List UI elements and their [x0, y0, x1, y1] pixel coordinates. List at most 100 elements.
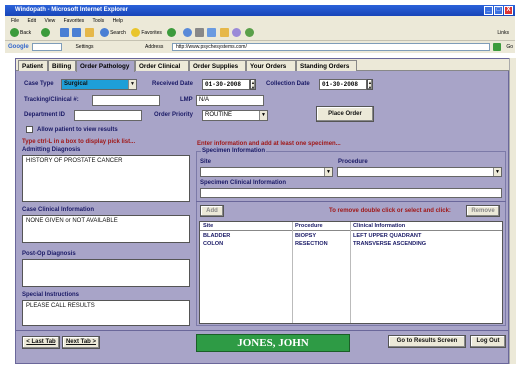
edit-icon[interactable] [207, 28, 217, 38]
back-button[interactable]: Back [20, 30, 31, 36]
procedure-select[interactable]: ▼ [337, 167, 502, 177]
messenger-icon[interactable] [232, 28, 242, 38]
column-clinical-info: Clinical Information [353, 223, 406, 229]
history-icon[interactable] [167, 28, 177, 38]
search-icon[interactable] [100, 28, 110, 38]
column-procedure: Procedure [295, 223, 323, 229]
specimen-clinical-input[interactable] [200, 188, 502, 198]
window-title: Windopath - Microsoft Internet Explorer … [5, 5, 515, 16]
remove-hint: To remove double click or select and cli… [329, 208, 451, 214]
address-input[interactable]: http://www.psychesystems.com/ [172, 43, 490, 51]
maximize-button[interactable]: □ [494, 6, 503, 15]
address-label: Address [145, 44, 164, 50]
go-arrow-icon[interactable] [493, 43, 501, 51]
chevron-down-icon: ▼ [128, 80, 136, 89]
stop-icon[interactable] [59, 28, 69, 38]
specimen-clinical-label: Specimen Clinical Information [200, 180, 287, 186]
settings-button[interactable]: Settings [75, 44, 93, 50]
cell-procedure: RESECTION [295, 241, 328, 247]
vertical-scrollbar[interactable] [509, 58, 516, 364]
lmp-label: LMP [180, 97, 193, 103]
case-clinical-label: Case Clinical Information [22, 207, 95, 213]
case-clinical-textarea[interactable]: NONE GIVEN or NOT AVAILABLE [22, 215, 190, 243]
google-search-input[interactable] [32, 42, 63, 51]
post-op-textarea[interactable] [22, 259, 190, 287]
allow-view-checkbox[interactable] [26, 126, 33, 133]
pick-list-hint: Type ctrl-L in a box to display pick lis… [22, 139, 136, 145]
table-header: Site Procedure Clinical Information [200, 222, 502, 231]
favorites-button[interactable]: Favorites [141, 30, 162, 36]
site-label: Site [200, 159, 212, 165]
cell-procedure: BIOPSY [295, 233, 317, 239]
received-date-field[interactable]: 01-30-2008 [202, 79, 250, 90]
forward-arrow-icon[interactable] [40, 28, 50, 38]
menu-tools[interactable]: Tools [92, 18, 104, 24]
collection-date-spinner[interactable]: ▲ ▼ [367, 79, 373, 90]
received-date-label: Received Date [152, 81, 194, 87]
admitting-diagnosis-textarea[interactable]: HISTORY OF PROSTATE CANCER [22, 155, 190, 202]
next-tab-button[interactable]: Next Tab > [62, 336, 100, 349]
patient-name-banner: JONES, JOHN [196, 334, 350, 352]
received-date-spinner[interactable]: ▲ ▼ [250, 79, 256, 90]
remove-specimen-button[interactable]: Remove [466, 205, 500, 217]
case-type-label: Case Type [24, 81, 54, 87]
mail-icon[interactable] [182, 28, 192, 38]
table-row[interactable]: COLON RESECTION TRANSVERSE ASCENDING [200, 240, 502, 248]
menu-view[interactable]: View [44, 18, 55, 24]
case-type-select[interactable]: Surgical ▼ [61, 79, 137, 90]
menu-file[interactable]: File [11, 18, 19, 24]
print-icon[interactable] [195, 28, 205, 38]
go-to-results-button[interactable]: Go to Results Screen [388, 335, 466, 348]
allow-view-label: Allow patient to view results [37, 127, 118, 133]
order-priority-select[interactable]: ROUTINE ▼ [202, 110, 268, 121]
home-icon[interactable] [84, 28, 94, 38]
links-button[interactable]: Links [497, 26, 509, 41]
cell-site: COLON [203, 241, 224, 247]
tab-your-orders[interactable]: Your Orders [246, 60, 296, 71]
people-icon[interactable] [244, 28, 254, 38]
admitting-diagnosis-label: Admitting Diagnosis [22, 147, 81, 153]
favorites-star-icon[interactable] [131, 28, 141, 38]
divider [196, 201, 506, 202]
tab-standing-orders[interactable]: Standing Orders [296, 60, 357, 71]
log-out-button[interactable]: Log Out [470, 335, 506, 348]
menu-edit[interactable]: Edit [27, 18, 36, 24]
browser-toolbar: Back Search Favorites Links [5, 26, 515, 41]
search-button[interactable]: Search [110, 30, 126, 36]
tracking-label: Tracking/Clinical #: [24, 97, 79, 103]
menu-help[interactable]: Help [113, 18, 123, 24]
tab-order-supplies[interactable]: Order Supplies [189, 60, 246, 71]
menu-bar: File Edit View Favorites Tools Help [5, 16, 515, 26]
tracking-input[interactable] [92, 95, 160, 106]
folder-icon[interactable] [219, 28, 229, 38]
table-row[interactable]: BLADDER BIOPSY LEFT UPPER QUADRANT [200, 232, 502, 240]
google-logo: Google [8, 44, 29, 50]
special-instructions-textarea[interactable]: PLEASE CALL RESULTS [22, 300, 190, 326]
menu-favorites[interactable]: Favorites [64, 18, 85, 24]
order-pathology-panel: Patient Billing Order Pathology Order Cl… [15, 58, 510, 364]
cell-clinical-info: TRANSVERSE ASCENDING [353, 241, 427, 247]
chevron-down-icon: ▼ [259, 111, 267, 120]
close-button[interactable]: X [504, 6, 513, 15]
back-arrow-icon[interactable] [10, 28, 19, 38]
refresh-icon[interactable] [72, 28, 82, 38]
tab-patient[interactable]: Patient [18, 60, 48, 71]
lmp-input[interactable]: N/A [196, 95, 264, 106]
tab-billing[interactable]: Billing [48, 60, 76, 71]
add-specimen-button[interactable]: Add [200, 205, 224, 217]
procedure-label: Procedure [338, 159, 368, 165]
footer-divider [16, 330, 510, 331]
department-id-input[interactable] [74, 110, 142, 121]
minimize-button[interactable]: _ [484, 6, 493, 15]
tab-order-clinical[interactable]: Order Clinical [135, 60, 189, 71]
tab-order-pathology[interactable]: Order Pathology [76, 60, 135, 72]
column-site: Site [203, 223, 214, 229]
site-select[interactable]: ▼ [200, 167, 333, 177]
specimen-instruction: Enter information and add at least one s… [197, 141, 341, 147]
specimen-table: Site Procedure Clinical Information BLAD… [199, 221, 503, 324]
place-order-button[interactable]: Place Order [316, 106, 374, 122]
go-button[interactable]: Go [506, 41, 513, 53]
last-tab-button[interactable]: < Last Tab [22, 336, 60, 349]
collection-date-field[interactable]: 01-30-2008 [319, 79, 367, 90]
cell-clinical-info: LEFT UPPER QUADRANT [353, 233, 422, 239]
